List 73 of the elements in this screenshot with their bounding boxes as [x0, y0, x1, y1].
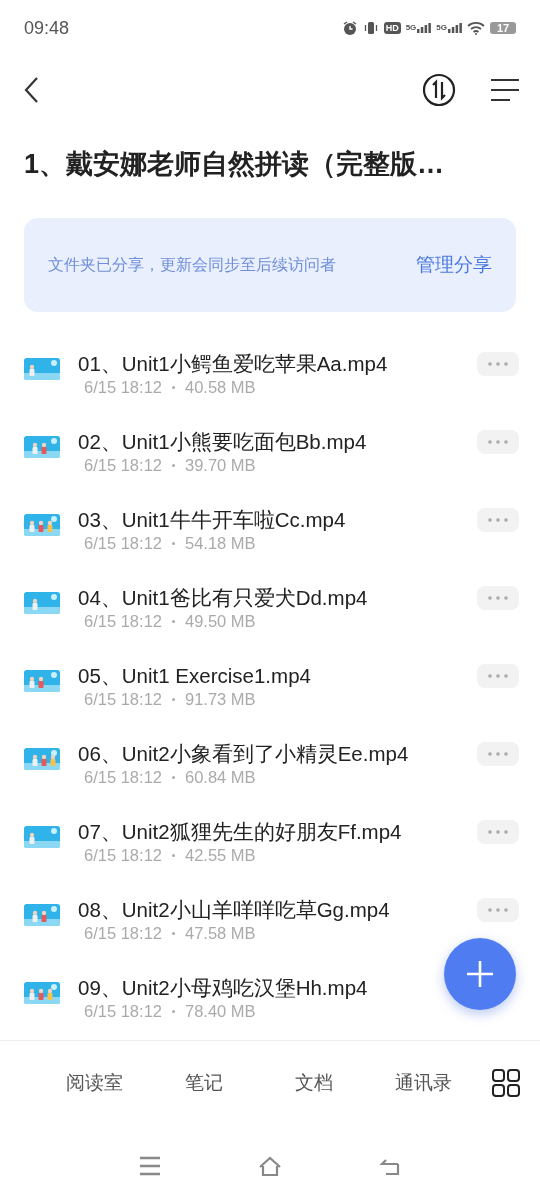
wifi-icon — [467, 21, 485, 35]
file-date: 6/15 18:12 — [84, 846, 162, 865]
separator-dot — [172, 620, 175, 623]
file-name[interactable]: 05、Unit1 Exercise1.mp4 — [78, 663, 311, 689]
separator-dot — [172, 776, 175, 779]
more-icon — [488, 830, 508, 834]
bottom-tab[interactable]: 笔记 — [149, 1069, 259, 1096]
file-name[interactable]: 09、Unit2小母鸡吃汉堡Hh.mp4 — [78, 975, 368, 1001]
more-icon — [488, 908, 508, 912]
more-icon — [488, 518, 508, 522]
more-icon — [488, 752, 508, 756]
network-label: 5G — [405, 23, 417, 32]
more-apps-button[interactable] — [492, 1068, 520, 1097]
more-icon — [488, 440, 508, 444]
more-icon — [488, 596, 508, 600]
separator-dot — [172, 698, 175, 701]
file-size: 60.84 MB — [185, 768, 256, 787]
file-name[interactable]: 07、Unit2狐狸先生的好朋友Ff.mp4 — [78, 819, 402, 845]
file-date: 6/15 18:12 — [84, 690, 162, 709]
file-date: 6/15 18:12 — [84, 378, 162, 397]
file-date: 6/15 18:12 — [84, 456, 162, 475]
menu-icon — [490, 78, 520, 102]
signal-icon — [448, 23, 462, 33]
vibrate-icon — [362, 20, 379, 36]
file-size: 49.50 MB — [185, 612, 256, 631]
grid-icon — [492, 1068, 520, 1097]
add-button[interactable] — [444, 938, 516, 1010]
file-size: 40.58 MB — [185, 378, 256, 397]
manage-share-link[interactable]: 管理分享 — [416, 252, 492, 278]
more-icon — [488, 362, 508, 366]
home-icon — [258, 1155, 282, 1177]
battery-level: 17 — [490, 22, 516, 34]
sort-button[interactable] — [422, 73, 456, 107]
file-size: 54.18 MB — [185, 534, 256, 553]
folder-title: 1、戴安娜老师自然拼读（完整版… — [23, 148, 446, 181]
file-name[interactable]: 04、Unit1爸比有只爱犬Dd.mp4 — [78, 585, 368, 611]
file-size: 47.58 MB — [185, 924, 256, 943]
network-label: 5G — [436, 23, 447, 32]
separator-dot — [172, 464, 175, 467]
bottom-tab[interactable]: 通讯录 — [368, 1069, 478, 1096]
file-date: 6/15 18:12 — [84, 768, 162, 787]
separator-dot — [172, 1010, 175, 1013]
file-name[interactable]: 01、Unit1小鳄鱼爱吃苹果Aa.mp4 — [78, 351, 388, 377]
file-date: 6/15 18:12 — [84, 534, 162, 553]
home-button[interactable] — [258, 1155, 282, 1177]
file-size: 78.40 MB — [185, 1002, 256, 1021]
sort-icon — [422, 73, 456, 107]
file-name[interactable]: 08、Unit2小山羊咩咩吃草Gg.mp4 — [78, 897, 390, 923]
separator-dot — [172, 854, 175, 857]
file-size: 91.73 MB — [185, 690, 256, 709]
bottom-tab[interactable]: 文档 — [259, 1069, 369, 1096]
plus-icon — [465, 959, 495, 989]
recent-apps-button[interactable] — [138, 1155, 162, 1177]
file-name[interactable]: 02、Unit1小熊要吃面包Bb.mp4 — [78, 429, 367, 455]
file-name[interactable]: 06、Unit2小象看到了小精灵Ee.mp4 — [78, 741, 409, 767]
menu-button[interactable] — [490, 78, 520, 102]
file-size: 39.70 MB — [185, 456, 256, 475]
separator-dot — [172, 932, 175, 935]
separator-dot — [172, 542, 175, 545]
file-size: 42.55 MB — [185, 846, 256, 865]
file-date: 6/15 18:12 — [84, 924, 162, 943]
signal-icon — [417, 23, 432, 33]
bottom-tab[interactable]: 阅读室 — [40, 1069, 150, 1096]
alarm-icon — [341, 20, 358, 36]
more-icon — [488, 674, 508, 678]
status-time: 09:48 — [24, 17, 71, 39]
menu-icon — [138, 1155, 162, 1177]
hd-badge: HD — [383, 22, 401, 34]
file-date: 6/15 18:12 — [84, 1002, 162, 1021]
share-notice: 文件夹已分享，更新会同步至后续访问者 — [48, 254, 337, 275]
file-date: 6/15 18:12 — [84, 612, 162, 631]
separator-dot — [172, 386, 175, 389]
file-name[interactable]: 03、Unit1牛牛开车啦Cc.mp4 — [78, 507, 346, 533]
